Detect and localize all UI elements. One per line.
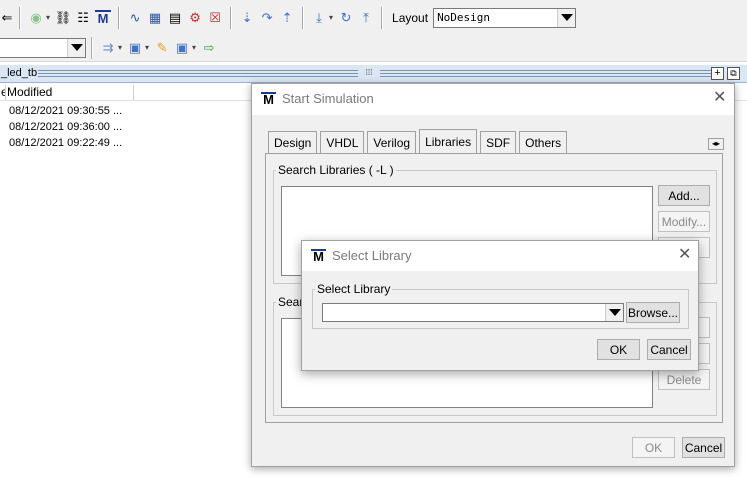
table-row[interactable]: 08/12/2021 09:30:55 ...	[9, 105, 122, 117]
wave-icon[interactable]: ∿	[127, 10, 143, 26]
run-icon[interactable]: ⇉	[100, 40, 116, 56]
up-icon[interactable]: ⤒	[358, 10, 374, 26]
toolbar-separator	[91, 36, 93, 59]
select-library-dialog: M Select Library ✕ Select Library Browse…	[301, 240, 699, 371]
chevron-down-icon[interactable]	[557, 8, 576, 27]
step-over-icon[interactable]: ↷	[259, 10, 275, 26]
table-row[interactable]: 08/12/2021 09:22:49 ...	[9, 137, 122, 149]
binoculars-icon[interactable]: ⛓	[55, 10, 72, 26]
add-button-label: Add...	[668, 188, 700, 203]
step-out-icon[interactable]: ⇡	[279, 10, 295, 26]
tab-bar: Design VHDL Verilog Libraries SDF Others	[268, 129, 570, 153]
dialog-title: Select Library	[332, 248, 412, 263]
close-icon[interactable]: ✕	[678, 247, 691, 263]
tab-label: VHDL	[326, 135, 359, 150]
delete-button[interactable]: Delete	[658, 369, 710, 390]
simulate-icon[interactable]: ⚙	[187, 10, 203, 26]
tab-label: Libraries	[425, 134, 472, 149]
toolbar-separator	[230, 6, 233, 29]
layout-label: Layout	[392, 10, 429, 25]
restart-sim-icon[interactable]: ▣	[174, 40, 190, 56]
cancel-button[interactable]: Cancel	[682, 437, 725, 458]
tab-verilog[interactable]: Verilog	[367, 131, 417, 153]
tab-others[interactable]: Others	[519, 131, 568, 153]
grip-icon: ⁞⁞⁞	[358, 68, 380, 80]
stop-circle-icon[interactable]: ◉	[28, 10, 44, 26]
close-icon[interactable]: ✕	[713, 90, 726, 106]
browse-button-label: Browse...	[627, 305, 678, 320]
ok-button[interactable]: OK	[632, 437, 675, 458]
select-library-group-label: Select Library	[315, 282, 393, 296]
sim-select[interactable]	[0, 37, 86, 58]
compile-icon[interactable]: ▦	[147, 10, 163, 26]
break-icon[interactable]: ☒	[207, 10, 223, 26]
select-library-group: Select Library Browse...	[312, 282, 689, 329]
toolbar-separator	[302, 6, 305, 29]
run-continue-icon[interactable]: ▣	[127, 40, 143, 56]
modelsim-logo-icon: M	[311, 249, 326, 263]
tab-scroll-icon[interactable]: ◂▸	[708, 138, 724, 150]
browse-button[interactable]: Browse...	[626, 302, 680, 323]
chevron-down-icon[interactable]: ▾	[46, 13, 50, 22]
restart-icon[interactable]: ↻	[338, 10, 354, 26]
pane-title: _led_tb	[1, 67, 38, 79]
back-arrow-icon[interactable]: ⇐	[2, 10, 13, 26]
chevron-down-icon[interactable]: ▾	[145, 43, 149, 52]
modelsim-logo-icon: M	[261, 92, 276, 106]
toolbar-separator	[19, 6, 21, 29]
down-icon[interactable]: ⤓	[311, 10, 327, 26]
tab-label: Design	[274, 135, 312, 150]
run-length-icon[interactable]: ⇨	[201, 40, 217, 56]
toolbar-separator	[381, 6, 384, 29]
tab-vhdl[interactable]: VHDL	[320, 131, 365, 153]
chevron-down-icon[interactable]: ▾	[118, 43, 122, 52]
dialog-title-bar: M Start Simulation ✕	[252, 84, 734, 115]
modelsim-icon[interactable]: M	[95, 10, 112, 25]
search-libraries-label: Search Libraries ( -L )	[276, 163, 396, 177]
add-button[interactable]: Add...	[658, 185, 710, 206]
compile-all-icon[interactable]: ▤	[167, 10, 183, 26]
toolbar-row-2: ⇉ ▾ ▣ ▾ ✎ ▣ ▾ ⇨	[0, 33, 219, 62]
modify-button[interactable]: Modify...	[658, 211, 710, 232]
chevron-down-icon[interactable]: ▾	[192, 43, 196, 52]
toolbar-row-1: ⇐ ◉ ▾ ⛓ ☷ M ∿ ▦ ▤ ⚙ ☒ ⇣ ↷ ⇡ ⤓ ▾ ↻ ⤒ Layo…	[0, 3, 577, 32]
layout-select[interactable]: NoDesign	[433, 7, 577, 28]
undock-icon[interactable]: ⧉	[727, 67, 740, 80]
pane-header: _led_tb ⁞⁞⁞ + ⧉	[0, 65, 747, 83]
delete-button-label: Delete	[666, 372, 702, 387]
modify-button-label: Modify...	[661, 214, 707, 229]
toolbar-area: ⇐ ◉ ▾ ⛓ ☷ M ∿ ▦ ▤ ⚙ ☒ ⇣ ↷ ⇡ ⤓ ▾ ↻ ⤒ Layo…	[0, 0, 747, 62]
dialog-title: Start Simulation	[282, 91, 374, 106]
dock-add-icon[interactable]: +	[711, 67, 724, 80]
pane-drag-handle[interactable]: ⁞⁞⁞	[38, 68, 713, 80]
tab-label: Others	[525, 135, 562, 150]
dialog-title-bar: M Select Library ✕	[302, 241, 698, 271]
tab-label: SDF	[486, 135, 511, 150]
ok-button-label: OK	[609, 342, 628, 357]
ok-button-label: OK	[644, 440, 663, 455]
library-select[interactable]	[322, 303, 624, 322]
cancel-button-label: Cancel	[650, 342, 688, 357]
run-all-icon[interactable]: ✎	[154, 40, 170, 56]
cancel-button[interactable]: Cancel	[647, 339, 691, 360]
layout-select-value: NoDesign	[437, 11, 491, 24]
chevron-down-icon[interactable]	[67, 38, 85, 57]
column-header-modified[interactable]: Modified	[6, 85, 134, 100]
table-row[interactable]: 08/12/2021 09:36:00 ...	[9, 121, 122, 133]
ok-button[interactable]: OK	[597, 339, 640, 360]
cancel-button-label: Cancel	[684, 440, 723, 455]
tab-sdf[interactable]: SDF	[480, 131, 517, 153]
tree-icon[interactable]: ☷	[75, 10, 91, 26]
step-into-icon[interactable]: ⇣	[239, 10, 255, 26]
tab-design[interactable]: Design	[268, 131, 318, 153]
tab-libraries[interactable]: Libraries	[419, 129, 478, 153]
chevron-down-icon[interactable]: ▾	[329, 13, 333, 22]
toolbar-separator	[118, 6, 121, 29]
chevron-down-icon[interactable]	[605, 304, 623, 321]
tab-label: Verilog	[373, 135, 411, 150]
